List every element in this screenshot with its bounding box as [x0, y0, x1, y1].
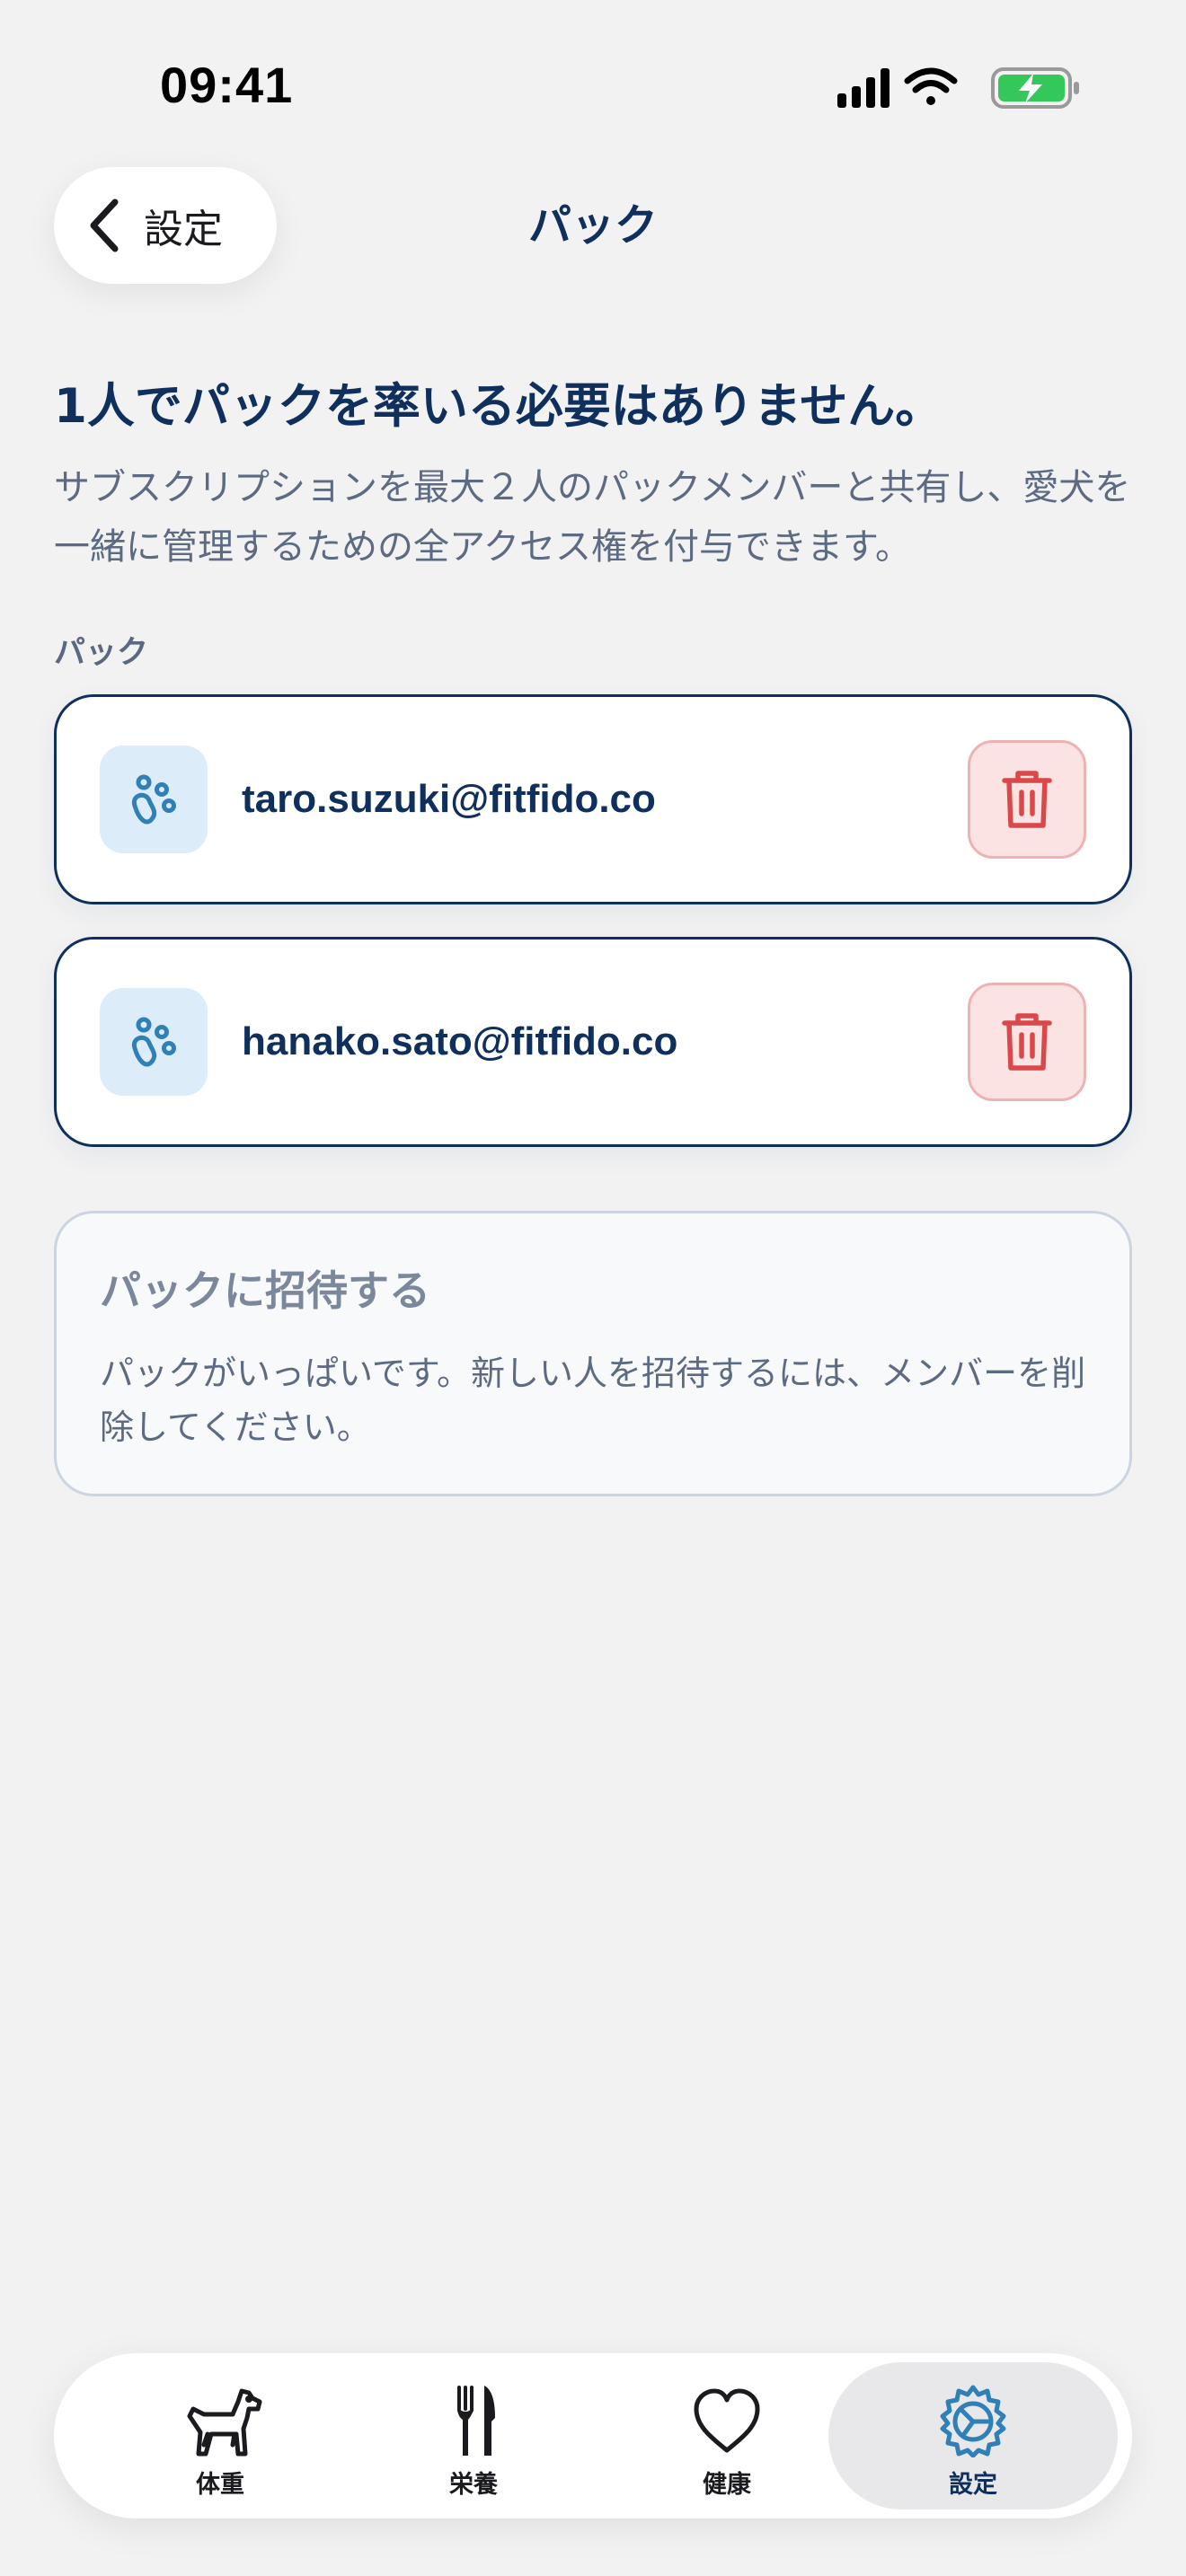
invite-card: パックに招待する パックがいっぱいです。新しい人を招待するには、メンバーを削除し… [54, 1211, 1132, 1496]
back-button[interactable]: 設定 [54, 167, 277, 284]
wifi-icon [904, 67, 958, 105]
tab-settings[interactable]: 設定 [828, 2362, 1118, 2510]
gear-icon [928, 2384, 1018, 2457]
back-button-label: 設定 [144, 207, 223, 252]
tab-label: 設定 [949, 2471, 997, 2499]
cellular-signal-icon [837, 68, 890, 108]
tab-bar: 体重 栄養 健康 設定 [54, 2353, 1132, 2519]
status-bar: 09:41 [0, 0, 1186, 171]
chevron-left-icon [90, 198, 119, 252]
member-email: taro.suzuki@fitfido.co [242, 777, 656, 821]
nav-bar: パック 設定 [0, 167, 1186, 284]
tab-label: 栄養 [449, 2471, 498, 2499]
member-avatar [100, 745, 208, 853]
tab-label: 体重 [196, 2471, 244, 2499]
delete-member-button[interactable] [968, 983, 1086, 1101]
heart-icon [682, 2384, 772, 2457]
tab-label: 健康 [703, 2471, 751, 2499]
tab-health[interactable]: 健康 [606, 2362, 848, 2510]
invite-title: パックに招待する [100, 1266, 430, 1315]
status-icons [837, 67, 1079, 109]
member-card: taro.suzuki@fitfido.co [54, 694, 1132, 904]
invite-message: パックがいっぱいです。新しい人を招待するには、メンバーを削除してください。 [100, 1354, 1086, 1447]
tab-nutrition[interactable]: 栄養 [352, 2362, 595, 2510]
member-email: hanako.sato@fitfido.co [242, 1019, 678, 1063]
paw-icon [131, 1017, 176, 1067]
delete-member-button[interactable] [968, 740, 1086, 859]
trash-icon [1002, 1013, 1052, 1071]
tab-weight[interactable]: 体重 [99, 2362, 341, 2510]
trash-icon [1002, 771, 1052, 828]
headline: 1人でパックを率いる必要はありません。 [54, 379, 943, 434]
description: サブスクリプションを最大２人のパックメンバーと共有し、愛犬を一緒に管理するための… [54, 467, 1131, 568]
fork-knife-icon [429, 2384, 518, 2457]
dog-icon [175, 2384, 265, 2457]
section-label-pack: パック [54, 635, 149, 671]
battery-charging-icon [991, 67, 1079, 109]
status-time: 09:41 [160, 57, 294, 113]
member-avatar [100, 988, 208, 1096]
member-card: hanako.sato@fitfido.co [54, 937, 1132, 1147]
paw-icon [131, 774, 176, 825]
